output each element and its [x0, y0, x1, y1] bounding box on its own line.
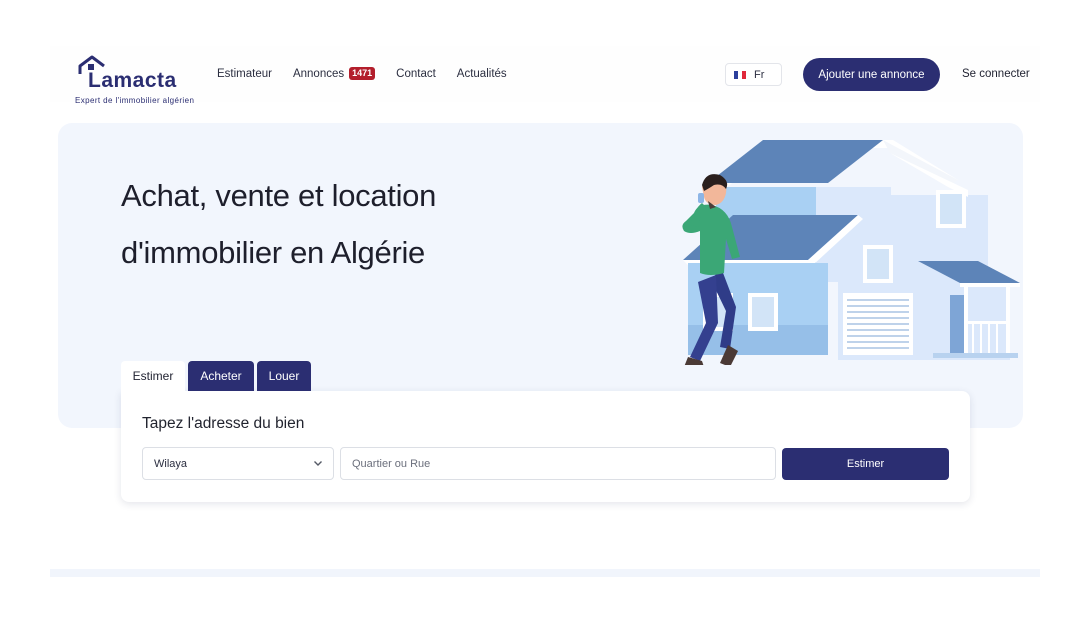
- hero-title-line1: Achat, vente et location: [121, 178, 437, 213]
- top-header: Lamacta Expert de l'immobilier algérien …: [50, 46, 1040, 105]
- language-selector[interactable]: Fr: [725, 63, 782, 86]
- hero-title: Achat, vente et location d'immobilier en…: [121, 167, 541, 281]
- nav-label: Annonces: [292, 67, 345, 80]
- nav-label: Estimateur: [217, 67, 272, 80]
- tab-acheter[interactable]: Acheter: [188, 361, 254, 391]
- house-illustration: [682, 140, 1020, 365]
- tab-louer[interactable]: Louer: [257, 361, 311, 391]
- add-listing-button[interactable]: Ajouter une annonce: [803, 58, 940, 91]
- french-flag-icon: [734, 70, 746, 79]
- search-card: Tapez l'adresse du bien Wilaya Estimer: [121, 391, 970, 502]
- section-divider: [50, 569, 1040, 577]
- search-tabs: Estimer Acheter Louer: [121, 361, 314, 391]
- login-link[interactable]: Se connecter: [962, 68, 1030, 80]
- lamacta-logo[interactable]: Lamacta Expert de l'immobilier algérien: [62, 54, 194, 105]
- logo-word: Lamacta: [88, 69, 177, 92]
- listings-count-badge: 1471: [349, 67, 376, 80]
- chevron-down-icon: [314, 461, 322, 466]
- search-title: Tapez l'adresse du bien: [142, 415, 305, 432]
- nav-label: Actualités: [456, 67, 507, 80]
- nav-contact[interactable]: Contact: [396, 68, 436, 80]
- nav-label: Contact: [396, 67, 436, 80]
- logo-tagline: Expert de l'immobilier algérien: [75, 96, 195, 105]
- hero-title-line2: d'immobilier en Algérie: [121, 235, 425, 270]
- address-input[interactable]: [340, 447, 776, 480]
- wilaya-select-value: Wilaya: [154, 457, 188, 470]
- main-nav: Estimateur Annonces 1471 Contact Actuali…: [217, 67, 528, 80]
- nav-estimateur[interactable]: Estimateur: [217, 68, 272, 80]
- tab-estimer[interactable]: Estimer: [121, 361, 185, 391]
- language-label: Fr: [754, 68, 765, 81]
- estimate-button[interactable]: Estimer: [782, 448, 949, 480]
- nav-actualites[interactable]: Actualités: [457, 68, 507, 80]
- wilaya-select[interactable]: Wilaya: [142, 447, 334, 480]
- nav-annonces[interactable]: Annonces 1471: [292, 67, 376, 80]
